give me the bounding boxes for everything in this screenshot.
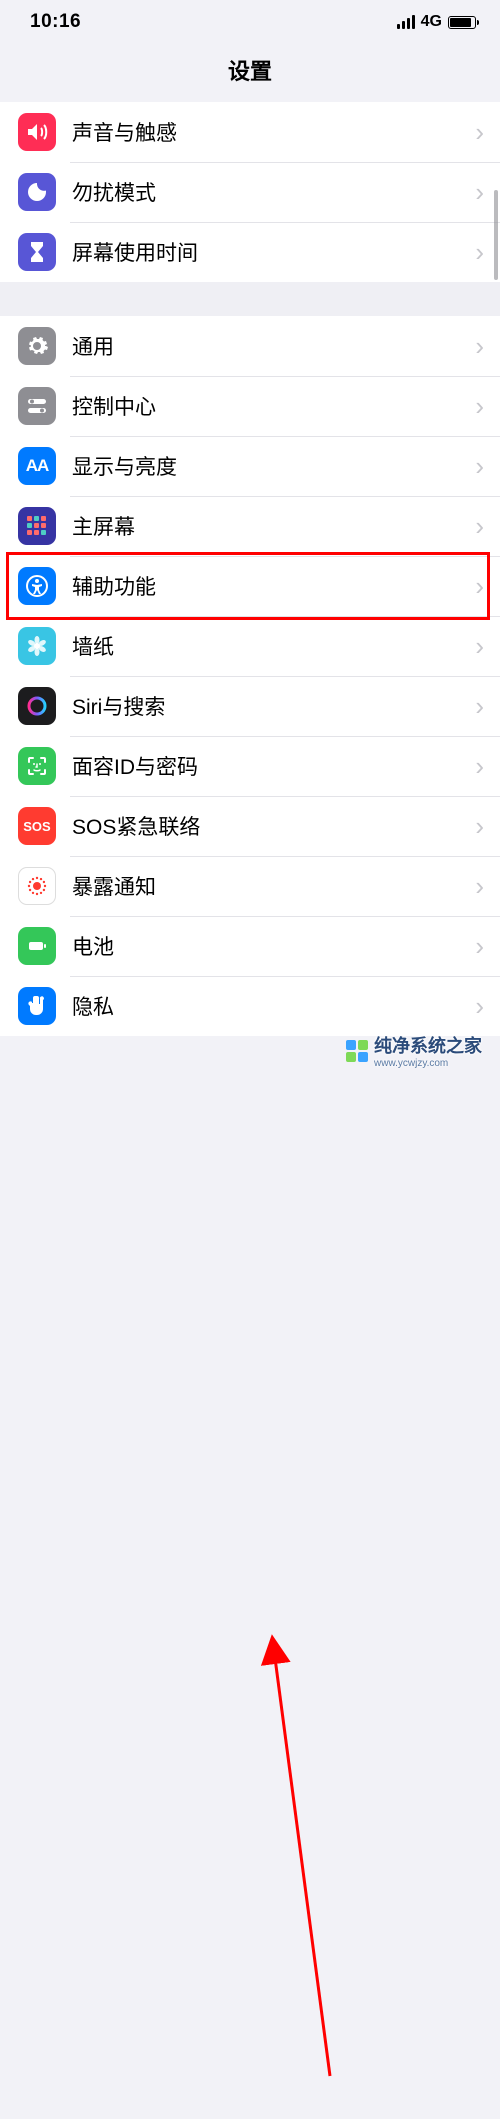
chevron-right-icon: › bbox=[475, 511, 500, 542]
row-label: 墙纸 bbox=[56, 631, 475, 661]
chevron-right-icon: › bbox=[475, 871, 500, 902]
row-label: 隐私 bbox=[56, 991, 475, 1021]
status-bar: 10:16 4G bbox=[0, 0, 500, 44]
settings-row-siri[interactable]: Siri与搜索 › bbox=[0, 676, 500, 736]
scrollbar[interactable] bbox=[494, 190, 498, 280]
network-label: 4G bbox=[421, 13, 442, 31]
settings-row-home-screen[interactable]: 主屏幕 › bbox=[0, 496, 500, 556]
row-label: 屏幕使用时间 bbox=[56, 237, 475, 267]
settings-row-battery[interactable]: 电池 › bbox=[0, 916, 500, 976]
settings-row-accessibility[interactable]: 辅助功能 › bbox=[0, 556, 500, 616]
chevron-right-icon: › bbox=[475, 811, 500, 842]
display-icon: AA bbox=[18, 447, 56, 485]
annotation-arrow bbox=[0, 1036, 500, 2119]
row-label: 勿扰模式 bbox=[56, 177, 475, 207]
screen-time-icon bbox=[18, 233, 56, 271]
dnd-icon bbox=[18, 173, 56, 211]
settings-row-wallpaper[interactable]: 墙纸 › bbox=[0, 616, 500, 676]
control-icon bbox=[18, 387, 56, 425]
settings-row-sounds[interactable]: 声音与触感 › bbox=[0, 102, 500, 162]
sounds-icon bbox=[18, 113, 56, 151]
faceid-icon bbox=[18, 747, 56, 785]
row-label: 辅助功能 bbox=[56, 571, 475, 601]
general-icon bbox=[18, 327, 56, 365]
sos-icon: SOS bbox=[18, 807, 56, 845]
chevron-right-icon: › bbox=[475, 691, 500, 722]
battery-icon bbox=[448, 16, 476, 29]
watermark-logo-icon bbox=[346, 1040, 368, 1062]
row-label: SOS紧急联络 bbox=[56, 811, 475, 841]
settings-row-exposure[interactable]: 暴露通知 › bbox=[0, 856, 500, 916]
chevron-right-icon: › bbox=[475, 391, 500, 422]
row-label: 电池 bbox=[56, 931, 475, 961]
settings-list: 声音与触感 › 勿扰模式 › 屏幕使用时间 › 通用 › 控制中心 › AA 显… bbox=[0, 102, 500, 1036]
settings-row-display[interactable]: AA 显示与亮度 › bbox=[0, 436, 500, 496]
chevron-right-icon: › bbox=[475, 751, 500, 782]
settings-row-privacy[interactable]: 隐私 › bbox=[0, 976, 500, 1036]
siri-icon bbox=[18, 687, 56, 725]
accessibility-icon bbox=[18, 567, 56, 605]
row-label: Siri与搜索 bbox=[56, 691, 475, 721]
chevron-right-icon: › bbox=[475, 331, 500, 362]
home-screen-icon bbox=[18, 507, 56, 545]
exposure-icon bbox=[18, 867, 56, 905]
privacy-icon bbox=[18, 987, 56, 1025]
chevron-right-icon: › bbox=[475, 931, 500, 962]
row-label: 声音与触感 bbox=[56, 117, 475, 147]
page-title: 设置 bbox=[0, 54, 500, 86]
row-label: 暴露通知 bbox=[56, 871, 475, 901]
status-time: 10:16 bbox=[30, 11, 81, 33]
settings-row-control[interactable]: 控制中心 › bbox=[0, 376, 500, 436]
status-indicators: 4G bbox=[397, 13, 476, 31]
settings-row-dnd[interactable]: 勿扰模式 › bbox=[0, 162, 500, 222]
chevron-right-icon: › bbox=[475, 571, 500, 602]
row-label: 显示与亮度 bbox=[56, 451, 475, 481]
settings-row-general[interactable]: 通用 › bbox=[0, 316, 500, 376]
settings-row-sos[interactable]: SOS SOS紧急联络 › bbox=[0, 796, 500, 856]
watermark: 纯净系统之家 www.ycwjzy.com bbox=[346, 1032, 482, 1069]
battery-icon bbox=[18, 927, 56, 965]
settings-row-faceid[interactable]: 面容ID与密码 › bbox=[0, 736, 500, 796]
signal-icon bbox=[397, 15, 415, 29]
watermark-url: www.ycwjzy.com bbox=[374, 1058, 482, 1069]
row-label: 通用 bbox=[56, 331, 475, 361]
settings-row-screen-time[interactable]: 屏幕使用时间 › bbox=[0, 222, 500, 282]
row-label: 控制中心 bbox=[56, 391, 475, 421]
chevron-right-icon: › bbox=[475, 451, 500, 482]
row-label: 面容ID与密码 bbox=[56, 751, 475, 781]
watermark-text: 纯净系统之家 bbox=[374, 1032, 482, 1058]
row-label: 主屏幕 bbox=[56, 511, 475, 541]
wallpaper-icon bbox=[18, 627, 56, 665]
chevron-right-icon: › bbox=[475, 117, 500, 148]
page-header: 设置 bbox=[0, 44, 500, 102]
chevron-right-icon: › bbox=[475, 991, 500, 1022]
chevron-right-icon: › bbox=[475, 631, 500, 662]
